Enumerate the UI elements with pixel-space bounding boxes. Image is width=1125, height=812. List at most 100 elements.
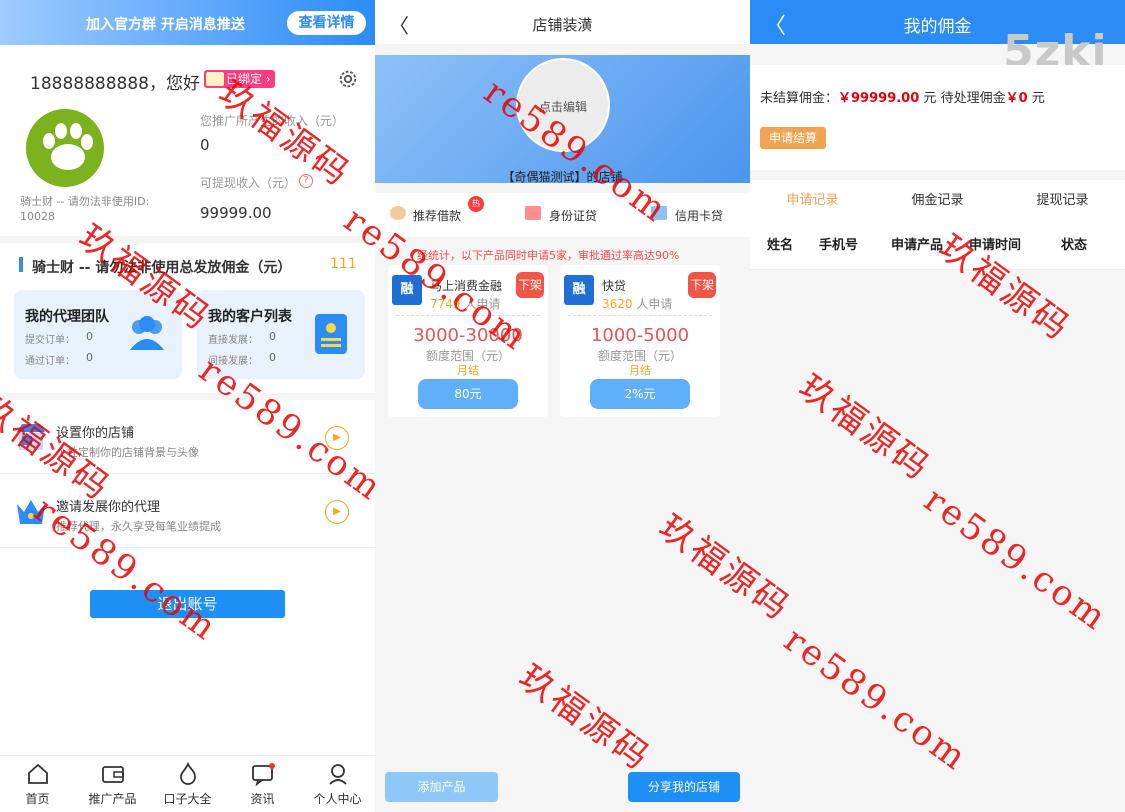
category-id-loan[interactable]: 身份证贷 (549, 207, 597, 224)
tab-withdraw-records[interactable]: 提现记录 (1000, 189, 1125, 208)
pending-value: ￥0 (1005, 91, 1028, 106)
product-logo: 融 (564, 275, 594, 305)
indirect-dev-value: 0 (269, 351, 276, 364)
tab-label: 推广产品 (88, 792, 137, 806)
product-card[interactable]: 融 马上消费金融 7749 人申请 下架 3000-30000 额度范围（元） … (388, 265, 548, 417)
client-list-title: 我的客户列表 (208, 309, 292, 325)
tab-products[interactable]: 推广产品 (75, 756, 150, 812)
apply-count-value: 3620 (602, 297, 633, 311)
wechat-icon (206, 72, 224, 86)
column-header: 姓名 (767, 238, 794, 253)
category-card-loan[interactable]: 信用卡贷 (675, 207, 723, 224)
commission-button[interactable]: 80元 (418, 379, 518, 409)
avatar[interactable] (26, 109, 104, 187)
repay-method: 月结 (457, 364, 479, 377)
user-icon (329, 764, 347, 785)
unit: 元 (923, 91, 937, 106)
tab-label: 口子大全 (163, 792, 212, 806)
tab-profile[interactable]: 个人中心 (300, 756, 375, 812)
passed-orders-value: 0 (86, 351, 93, 364)
message-icon (252, 763, 275, 786)
commission-title: 骑士财 -- 请勿法非使用总发放佣金（元） (32, 260, 292, 276)
tab-commission-records[interactable]: 佣金记录 (875, 189, 1000, 208)
divider (0, 236, 375, 243)
direct-dev-value: 0 (269, 330, 276, 343)
share-shop-button[interactable]: 分享我的店铺 (628, 772, 740, 802)
id-card-icon (525, 206, 541, 220)
category-recommended[interactable]: 推荐借款 (413, 207, 461, 224)
apply-count: 7749 人申请 (430, 295, 500, 312)
bound-badge-label: 已绑定 › (226, 72, 271, 86)
record-tabs: 申请记录 佣金记录 提现记录 姓名 手机号 申请产品 申请时间 状态 (750, 180, 1125, 270)
screenshot-stage: 加入官方群 开启消息推送 查看详情 18888888888，您好 已绑定 › 骑… (0, 0, 1125, 812)
divider (396, 315, 540, 316)
menu-title: 设置你的店铺 (56, 426, 135, 441)
shop-decoration-screen: 〈 店铺装潢 点击编辑 【奇偶猫测试】的店铺 推荐借款 身份证贷 信用卡贷 热 … (375, 0, 750, 812)
submitted-orders-label: 提交订单： (25, 335, 75, 346)
info-icon[interactable]: ? (299, 174, 313, 188)
amount-range: 3000-30000 (413, 325, 523, 346)
divider (568, 315, 712, 316)
approval-notice: 经统计，以下产品同时申请5家，审批通过率高达90% (417, 249, 680, 262)
paw-icon (43, 123, 93, 170)
menu-setup-shop[interactable]: 设置你的店铺 个性定制你的店铺背景与头像 ▶ (0, 402, 375, 474)
menu-invite-agent[interactable]: 邀请发展你的代理 推荐代理，永久享受每笔业绩提成 ▶ (0, 476, 375, 548)
edit-hint: 点击编辑 (538, 100, 587, 114)
view-details-button[interactable]: 查看详情 (287, 11, 366, 35)
divider (0, 393, 375, 400)
column-header: 状态 (1061, 238, 1088, 253)
pending-label: 待处理佣金 (940, 91, 1006, 106)
unsettled-value: ￥99999.00 (838, 91, 920, 106)
shop-name: 【奇偶猫测试】的店铺 (502, 170, 623, 184)
add-product-button[interactable]: 添加产品 (385, 772, 498, 802)
tab-label: 资讯 (250, 792, 275, 806)
product-name: 马上消费金融 (430, 279, 503, 293)
passed-orders-label: 通过订单： (25, 356, 75, 367)
bottom-tab-bar: 首页 推广产品 口子大全 资讯 个人中心 (0, 755, 375, 812)
agent-team-card[interactable]: 我的代理团队 提交订单： 0 通过订单： 0 (14, 290, 182, 379)
personal-center-screen: 加入官方群 开启消息推送 查看详情 18888888888，您好 已绑定 › 骑… (0, 0, 375, 812)
logout-button[interactable]: 退出账号 (90, 590, 285, 618)
direct-dev-label: 直接发展： (208, 335, 258, 346)
delist-button[interactable]: 下架 (516, 272, 544, 298)
product-name: 快贷 (602, 279, 627, 293)
tab-lenders[interactable]: 口子大全 (150, 756, 225, 812)
user-id-value: 10028 (20, 210, 55, 223)
section-marker (19, 257, 23, 272)
delist-button[interactable]: 下架 (688, 272, 716, 298)
fire-icon (180, 762, 196, 785)
tab-apply-records[interactable]: 申请记录 (750, 189, 875, 208)
commission-screen: 〈 我的佣金 5zki 未结算佣金：￥99999.00 元 待处理佣金￥0 元 … (750, 0, 1125, 812)
column-header: 申请时间 (969, 238, 1022, 253)
apply-settlement-button[interactable]: 申请结算 (760, 127, 826, 149)
group-banner[interactable]: 加入官方群 开启消息推送 查看详情 (0, 0, 375, 45)
column-header: 手机号 (819, 238, 859, 253)
banner-text: 加入官方群 开启消息推送 (86, 17, 245, 33)
product-card[interactable]: 融 快贷 3620 人申请 下架 1000-5000 额度范围（元） 月结 2%… (560, 265, 720, 417)
divider (750, 269, 1125, 270)
play-icon[interactable]: ▶ (325, 426, 349, 450)
promo-income-value: 0 (200, 136, 210, 154)
commission-value: 111 (330, 256, 357, 272)
submitted-orders-value: 0 (86, 330, 93, 343)
gear-icon[interactable] (337, 68, 359, 90)
tab-label: 首页 (25, 792, 50, 806)
play-icon[interactable]: ▶ (325, 500, 349, 524)
withdrawable-value: 99999.00 (200, 204, 272, 222)
team-icon (130, 316, 164, 350)
amount-range: 1000-5000 (590, 325, 690, 346)
contact-card-icon (315, 314, 347, 354)
tab-home[interactable]: 首页 (0, 756, 75, 812)
unit: 元 (1031, 91, 1045, 106)
wallet-icon (102, 766, 124, 783)
home-icon (28, 763, 48, 784)
tab-news[interactable]: 资讯 (225, 756, 300, 812)
commission-button[interactable]: 2%元 (590, 379, 690, 409)
commission-summary: 未结算佣金：￥99999.00 元 待处理佣金￥0 元 申请结算 (750, 65, 1125, 170)
apply-count-suffix: 人申请 (636, 297, 673, 311)
client-list-card[interactable]: 我的客户列表 直接发展： 0 间接发展： 0 (197, 290, 365, 379)
category-bar: 推荐借款 身份证贷 信用卡贷 (375, 193, 750, 237)
tab-label: 个人中心 (313, 792, 362, 806)
bound-badge[interactable]: 已绑定 › (204, 70, 275, 88)
repay-method: 月结 (629, 364, 651, 377)
